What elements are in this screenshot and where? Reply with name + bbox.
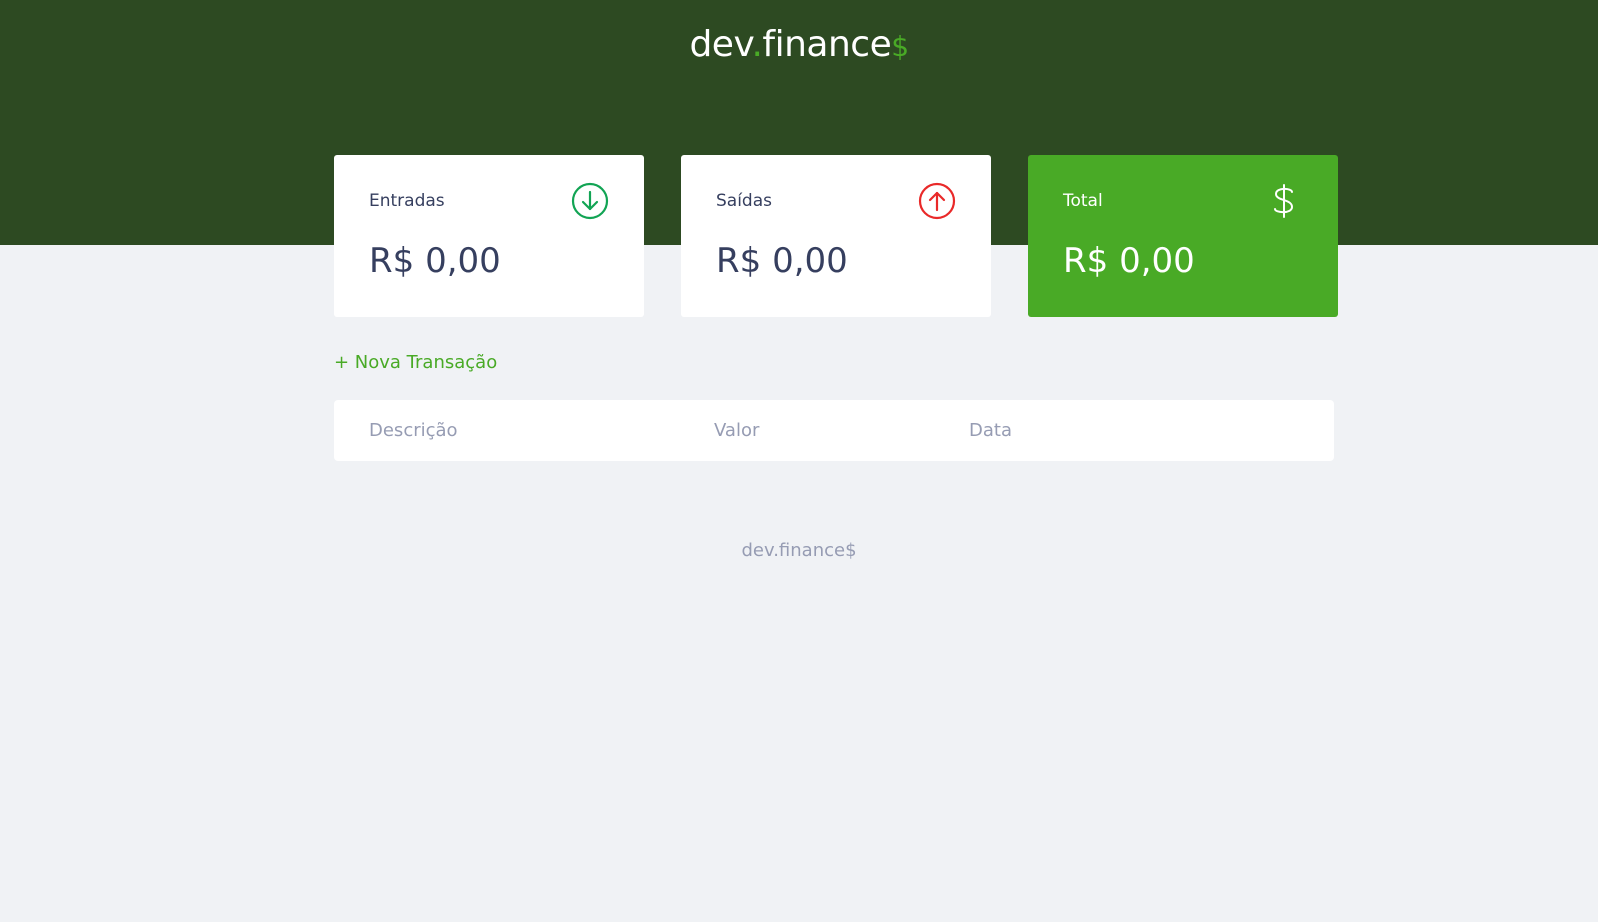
footer: dev.finance$	[741, 540, 857, 561]
expense-label: Saídas	[716, 191, 772, 211]
logo-name: finance	[762, 24, 892, 65]
column-header-description: Descrição	[369, 420, 458, 441]
total-label: Total	[1063, 191, 1103, 211]
logo: dev.finance$	[0, 24, 1598, 65]
column-header-value: Valor	[714, 420, 760, 441]
income-value: R$ 0,00	[369, 241, 501, 281]
column-header-date: Data	[969, 420, 1012, 441]
dollar-sign-icon	[1274, 184, 1294, 218]
transactions-table-header: Descrição Valor Data	[334, 400, 1334, 461]
income-label: Entradas	[369, 191, 445, 211]
logo-dot: .	[751, 24, 763, 65]
income-card: Entradas R$ 0,00	[334, 155, 644, 317]
logo-prefix: dev	[689, 24, 752, 65]
expense-card: Saídas R$ 0,00	[681, 155, 991, 317]
total-value: R$ 0,00	[1063, 241, 1195, 281]
total-card: Total R$ 0,00	[1028, 155, 1338, 317]
logo-sign: $	[891, 30, 909, 63]
arrow-up-circle-icon	[918, 182, 956, 220]
arrow-down-circle-icon	[571, 182, 609, 220]
new-transaction-link[interactable]: + Nova Transação	[334, 352, 497, 373]
expense-value: R$ 0,00	[716, 241, 848, 281]
